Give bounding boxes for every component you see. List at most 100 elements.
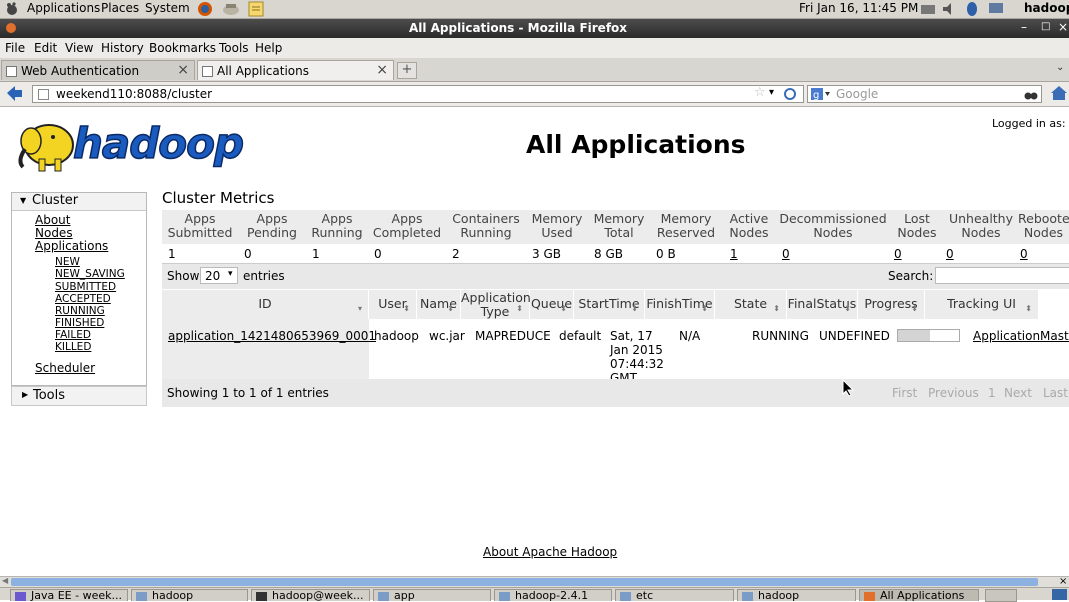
column-header[interactable]: Application Type ⬍ xyxy=(461,290,531,319)
pager-next[interactable]: Next xyxy=(1004,386,1032,400)
close-tab-icon[interactable]: × xyxy=(376,62,388,78)
volume-icon[interactable] xyxy=(942,2,956,19)
hadoop-logo[interactable]: hadoop xyxy=(13,115,249,175)
column-header[interactable]: Progress ⬍ xyxy=(858,290,925,319)
search-bar[interactable]: g Google xyxy=(807,85,1042,103)
firefox-launcher-icon[interactable] xyxy=(197,1,214,20)
sidebar-state-new[interactable]: NEW xyxy=(55,256,80,268)
tab-web-authentication[interactable]: Web Authentication × xyxy=(1,60,195,80)
workspace-switcher-icon[interactable] xyxy=(1052,589,1067,600)
sidebar-state-new-saving[interactable]: NEW_SAVING xyxy=(55,268,125,280)
sort-icon[interactable]: ⬍ xyxy=(447,302,454,316)
menu-file[interactable]: File xyxy=(5,41,25,55)
column-header[interactable]: Tracking UI ⬍ xyxy=(925,290,1039,319)
sort-icon[interactable]: ▾ xyxy=(358,302,362,316)
panel-menu-system[interactable]: System xyxy=(145,1,190,15)
bookmark-star-icon[interactable]: ☆ xyxy=(754,85,766,100)
back-arrow-icon[interactable] xyxy=(6,86,23,104)
panel-menu-applications[interactable]: Applications xyxy=(27,1,100,15)
minimize-icon[interactable]: – xyxy=(1021,20,1027,34)
column-header[interactable]: ID ▾ xyxy=(162,290,369,319)
maximize-icon[interactable]: □ xyxy=(1041,21,1050,32)
scroll-left-icon[interactable]: ◀ xyxy=(2,576,8,585)
menu-view[interactable]: View xyxy=(65,41,93,55)
metric-value[interactable]: 0 xyxy=(1020,247,1028,261)
sidebar-state-accepted[interactable]: ACCEPTED xyxy=(55,293,111,305)
sidebar-state-submitted[interactable]: SUBMITTED xyxy=(55,281,116,293)
sort-icon[interactable]: ⬍ xyxy=(773,302,780,316)
panel-menu-places[interactable]: Places xyxy=(101,1,139,15)
url-dropdown-icon[interactable]: ▾ xyxy=(769,87,774,98)
url-bar[interactable]: weekend110:8088/cluster ☆ ▾ xyxy=(32,85,804,103)
sidebar-link-about[interactable]: About xyxy=(35,213,70,227)
application-id-link[interactable]: application_1421480653969_0001 xyxy=(168,329,376,343)
sidebar-state-failed[interactable]: FAILED xyxy=(55,329,91,341)
metric-value[interactable]: 1 xyxy=(730,247,738,261)
scroll-right-icon[interactable]: × xyxy=(1059,576,1067,587)
sort-icon[interactable]: ⬍ xyxy=(1025,302,1032,316)
sort-icon[interactable]: ⬍ xyxy=(631,302,638,316)
taskbar-item[interactable]: hadoop xyxy=(737,589,856,601)
column-header[interactable]: FinishTime ⬍ xyxy=(645,290,715,319)
pager-previous[interactable]: Previous xyxy=(928,386,979,400)
scrollbar-thumb[interactable] xyxy=(11,578,1038,586)
tools-section-header[interactable]: ▶ Tools xyxy=(11,386,147,406)
mail-launcher-icon[interactable] xyxy=(222,1,240,20)
sidebar-state-killed[interactable]: KILLED xyxy=(55,341,91,353)
sidebar-state-running[interactable]: RUNNING xyxy=(55,305,105,317)
column-header[interactable]: FinalStatus ⬍ xyxy=(787,290,858,319)
menu-history[interactable]: History xyxy=(101,41,144,55)
taskbar-item[interactable]: hadoop@week... xyxy=(251,589,370,601)
site-identity-icon[interactable] xyxy=(38,89,49,100)
sort-icon[interactable]: ⬍ xyxy=(516,302,523,316)
taskbar-item[interactable]: etc xyxy=(615,589,734,601)
close-tab-icon[interactable]: × xyxy=(177,62,189,78)
taskbar-item[interactable]: All Applications xyxy=(859,589,979,601)
display-icon[interactable] xyxy=(988,2,1004,19)
home-icon[interactable] xyxy=(1050,85,1068,104)
tab-list-chevron-icon[interactable]: ⌄ xyxy=(1056,62,1064,73)
column-header[interactable]: Name ⬍ xyxy=(417,290,461,319)
sort-icon[interactable]: ⬍ xyxy=(844,302,851,316)
network-icon[interactable] xyxy=(920,2,936,19)
column-header[interactable]: State ⬍ xyxy=(715,290,787,319)
firefox-task-icon[interactable] xyxy=(985,589,1017,602)
cluster-section-header[interactable]: ▼ Cluster xyxy=(12,193,146,211)
sidebar-link-applications[interactable]: Applications xyxy=(35,239,108,253)
column-header[interactable]: Queue ⬍ xyxy=(530,290,574,319)
taskbar-item[interactable]: app xyxy=(373,589,491,601)
reload-icon[interactable] xyxy=(783,87,797,104)
panel-clock[interactable]: Fri Jan 16, 11:45 PM xyxy=(799,1,918,15)
tracking-ui-link[interactable]: ApplicationMaster xyxy=(973,329,1069,343)
menu-tools[interactable]: Tools xyxy=(219,41,249,55)
sidebar-state-finished[interactable]: FINISHED xyxy=(55,317,104,329)
notes-launcher-icon[interactable] xyxy=(248,1,265,20)
sort-icon[interactable]: ⬍ xyxy=(911,302,918,316)
taskbar-item[interactable]: hadoop xyxy=(131,589,248,601)
sort-icon[interactable]: ⬍ xyxy=(560,302,567,316)
sort-icon[interactable]: ⬍ xyxy=(701,302,708,316)
menu-edit[interactable]: Edit xyxy=(34,41,57,55)
table-search-input[interactable] xyxy=(935,267,1069,284)
sidebar-link-scheduler[interactable]: Scheduler xyxy=(35,361,95,375)
about-apache-hadoop-link[interactable]: About Apache Hadoop xyxy=(483,545,617,559)
pager-first[interactable]: First xyxy=(892,386,917,400)
close-window-icon[interactable]: × xyxy=(1058,20,1068,34)
pager-page-1[interactable]: 1 xyxy=(988,386,996,400)
new-tab-button[interactable]: + xyxy=(397,62,417,79)
metric-value[interactable]: 0 xyxy=(894,247,902,261)
menu-bookmarks[interactable]: Bookmarks xyxy=(149,41,216,55)
menu-help[interactable]: Help xyxy=(255,41,282,55)
column-header[interactable]: User ⬍ xyxy=(369,290,417,319)
metric-value[interactable]: 0 xyxy=(946,247,954,261)
google-engine-icon[interactable]: g xyxy=(811,88,831,104)
sort-icon[interactable]: ⬍ xyxy=(403,302,410,316)
sidebar-link-nodes[interactable]: Nodes xyxy=(35,226,73,240)
pager-last[interactable]: Last xyxy=(1043,386,1068,400)
metric-value[interactable]: 0 xyxy=(782,247,790,261)
bluetooth-icon[interactable] xyxy=(966,1,978,20)
gnome-foot-icon[interactable] xyxy=(5,2,19,16)
binoculars-search-icon[interactable] xyxy=(1024,88,1038,104)
taskbar-item[interactable]: Java EE - week... xyxy=(10,589,128,601)
tab-all-applications[interactable]: All Applications × xyxy=(197,60,394,80)
